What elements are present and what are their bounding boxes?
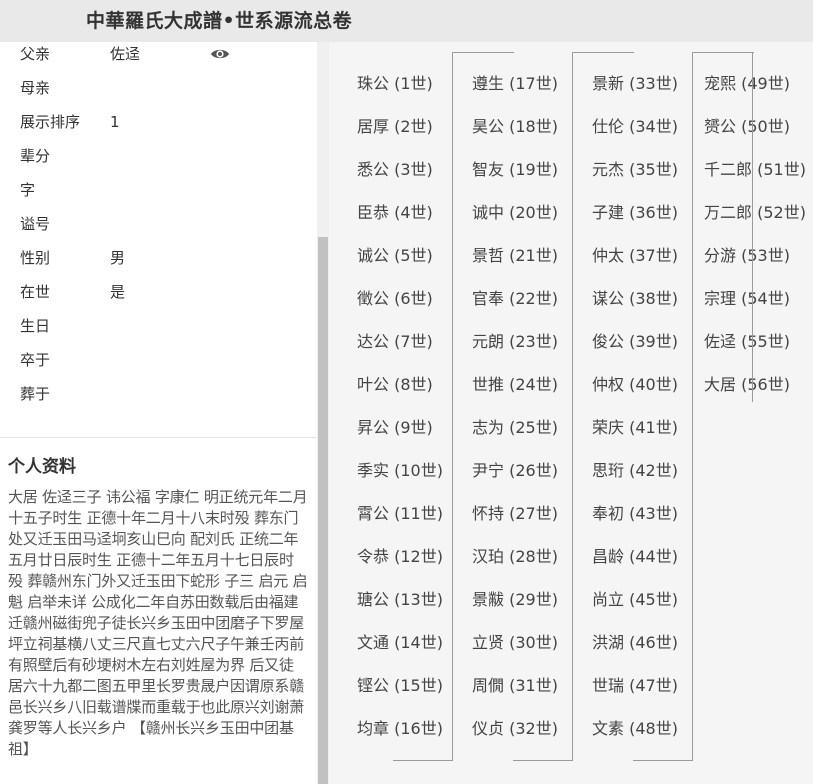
tree-node[interactable]: 瑭公 (13世) <box>357 589 443 611</box>
left-panel-scrollbar[interactable] <box>317 42 329 784</box>
tree-node[interactable]: 洪湖 (46世) <box>592 632 678 654</box>
tree-connector <box>692 52 693 760</box>
info-label: 字 <box>20 181 36 199</box>
tree-node[interactable]: 子建 (36世) <box>592 202 678 224</box>
app-header: 中華羅氏大成譜•世系源流总卷 <box>0 0 813 42</box>
info-label: 葬于 <box>20 385 51 403</box>
scrollbar-thumb[interactable] <box>318 237 328 784</box>
info-label: 谥号 <box>20 215 51 233</box>
tree-connector <box>572 52 573 760</box>
tree-node[interactable]: 周僩 (31世) <box>472 675 558 697</box>
tree-node[interactable]: 元朗 (23世) <box>472 331 558 353</box>
tree-node[interactable]: 元杰 (35世) <box>592 159 678 181</box>
tree-node[interactable]: 文素 (48世) <box>592 718 678 740</box>
info-label: 辈分 <box>20 147 51 165</box>
tree-node[interactable]: 志为 (25世) <box>472 417 558 439</box>
tree-connector <box>393 760 453 761</box>
info-value: 是 <box>110 283 126 301</box>
info-label: 在世 <box>20 283 51 301</box>
tree-node[interactable]: 智友 (19世) <box>472 159 558 181</box>
tree-node[interactable]: 怀持 (27世) <box>472 503 558 525</box>
tree-node[interactable]: 宠熙 (49世) <box>704 73 790 95</box>
tree-node[interactable]: 赟公 (50世) <box>704 116 790 138</box>
tree-node[interactable]: 官奉 (22世) <box>472 288 558 310</box>
page-title: 中華羅氏大成譜•世系源流总卷 <box>86 10 353 32</box>
bio-text: 大居 佐迳三子 讳公福 字康仁 明正统元年二月十五子时生 正德十年二月十八末时殁… <box>8 488 308 758</box>
tree-node[interactable]: 思珩 (42世) <box>592 460 678 482</box>
tree-node[interactable]: 景黻 (29世) <box>472 589 558 611</box>
tree-node[interactable]: 荣庆 (41世) <box>592 417 678 439</box>
tree-connector <box>452 52 453 760</box>
tree-node[interactable]: 景新 (33世) <box>592 73 678 95</box>
info-label: 性别 <box>20 249 51 267</box>
tree-node[interactable]: 奉初 (43世) <box>592 503 678 525</box>
tree-node[interactable]: 谋公 (38世) <box>592 288 678 310</box>
tree-node[interactable]: 佐迳 (55世) <box>704 331 790 353</box>
bio-title: 个人资料 <box>8 457 76 477</box>
tree-node[interactable]: 景哲 (21世) <box>472 245 558 267</box>
tree-node[interactable]: 臣恭 (4世) <box>357 202 433 224</box>
tree-connector <box>752 52 753 402</box>
section-divider <box>0 437 317 438</box>
tree-node[interactable]: 分游 (53世) <box>704 245 790 267</box>
person-detail-panel: 父亲 佐迳母亲展示排序 1 辈分字谥号性别 男在世 是生日卒于葬于 个人资料 大居 佐迳三… <box>0 42 317 784</box>
info-label: 展示排序 <box>20 113 81 131</box>
tree-node[interactable]: 徵公 (6世) <box>357 288 433 310</box>
tree-node[interactable]: 尹宁 (26世) <box>472 460 558 482</box>
tree-node[interactable]: 仕伦 (34世) <box>592 116 678 138</box>
tree-connector <box>513 760 573 761</box>
tree-node[interactable]: 万二郎 (52世) <box>704 202 806 224</box>
tree-node[interactable]: 遵生 (17世) <box>472 73 558 95</box>
tree-node[interactable]: 令恭 (12世) <box>357 546 443 568</box>
tree-node[interactable]: 居厚 (2世) <box>357 116 433 138</box>
tree-connector <box>692 52 752 53</box>
info-value: 男 <box>110 249 126 267</box>
info-label: 卒于 <box>20 351 51 369</box>
tree-node[interactable]: 昊公 (18世) <box>472 116 558 138</box>
info-label: 父亲 <box>20 45 51 63</box>
info-label: 母亲 <box>20 79 51 97</box>
tree-node[interactable]: 铿公 (15世) <box>357 675 443 697</box>
tree-node[interactable]: 宗理 (54世) <box>704 288 790 310</box>
tree-node[interactable]: 俊公 (39世) <box>592 331 678 353</box>
tree-node[interactable]: 达公 (7世) <box>357 331 433 353</box>
tree-node[interactable]: 诚中 (20世) <box>472 202 558 224</box>
tree-node[interactable]: 仲权 (40世) <box>592 374 678 396</box>
lineage-tree: 珠公 (1世) 居厚 (2世) 悉公 (3世) 臣恭 (4世) 诚公 (5世) 徵公 (6… <box>329 42 813 784</box>
tree-node[interactable]: 季实 (10世) <box>357 460 443 482</box>
tree-node[interactable]: 世推 (24世) <box>472 374 558 396</box>
tree-node[interactable]: 霄公 (11世) <box>357 503 443 525</box>
info-value: 1 <box>110 113 120 131</box>
tree-node[interactable]: 昌龄 (44世) <box>592 546 678 568</box>
tree-node[interactable]: 均章 (16世) <box>357 718 443 740</box>
eye-icon[interactable] <box>210 46 230 62</box>
tree-node[interactable]: 昇公 (9世) <box>357 417 433 439</box>
tree-node[interactable]: 世瑞 (47世) <box>592 675 678 697</box>
tree-node[interactable]: 立贤 (30世) <box>472 632 558 654</box>
tree-node[interactable]: 悉公 (3世) <box>357 159 433 181</box>
tree-node[interactable]: 仪贞 (32世) <box>472 718 558 740</box>
tree-node[interactable]: 文通 (14世) <box>357 632 443 654</box>
tree-connector <box>633 760 693 761</box>
tree-node[interactable]: 千二郎 (51世) <box>704 159 806 181</box>
tree-connector <box>452 52 514 53</box>
tree-node[interactable]: 诚公 (5世) <box>357 245 433 267</box>
info-value: 佐迳 <box>110 45 141 63</box>
tree-node[interactable]: 汉珀 (28世) <box>472 546 558 568</box>
tree-node[interactable]: 大居 (56世) <box>704 374 790 396</box>
tree-node[interactable]: 尚立 (45世) <box>592 589 678 611</box>
tree-connector <box>572 52 634 53</box>
tree-node[interactable]: 仲太 (37世) <box>592 245 678 267</box>
info-label: 生日 <box>20 317 51 335</box>
tree-node[interactable]: 珠公 (1世) <box>357 73 433 95</box>
tree-node[interactable]: 叶公 (8世) <box>357 374 433 396</box>
